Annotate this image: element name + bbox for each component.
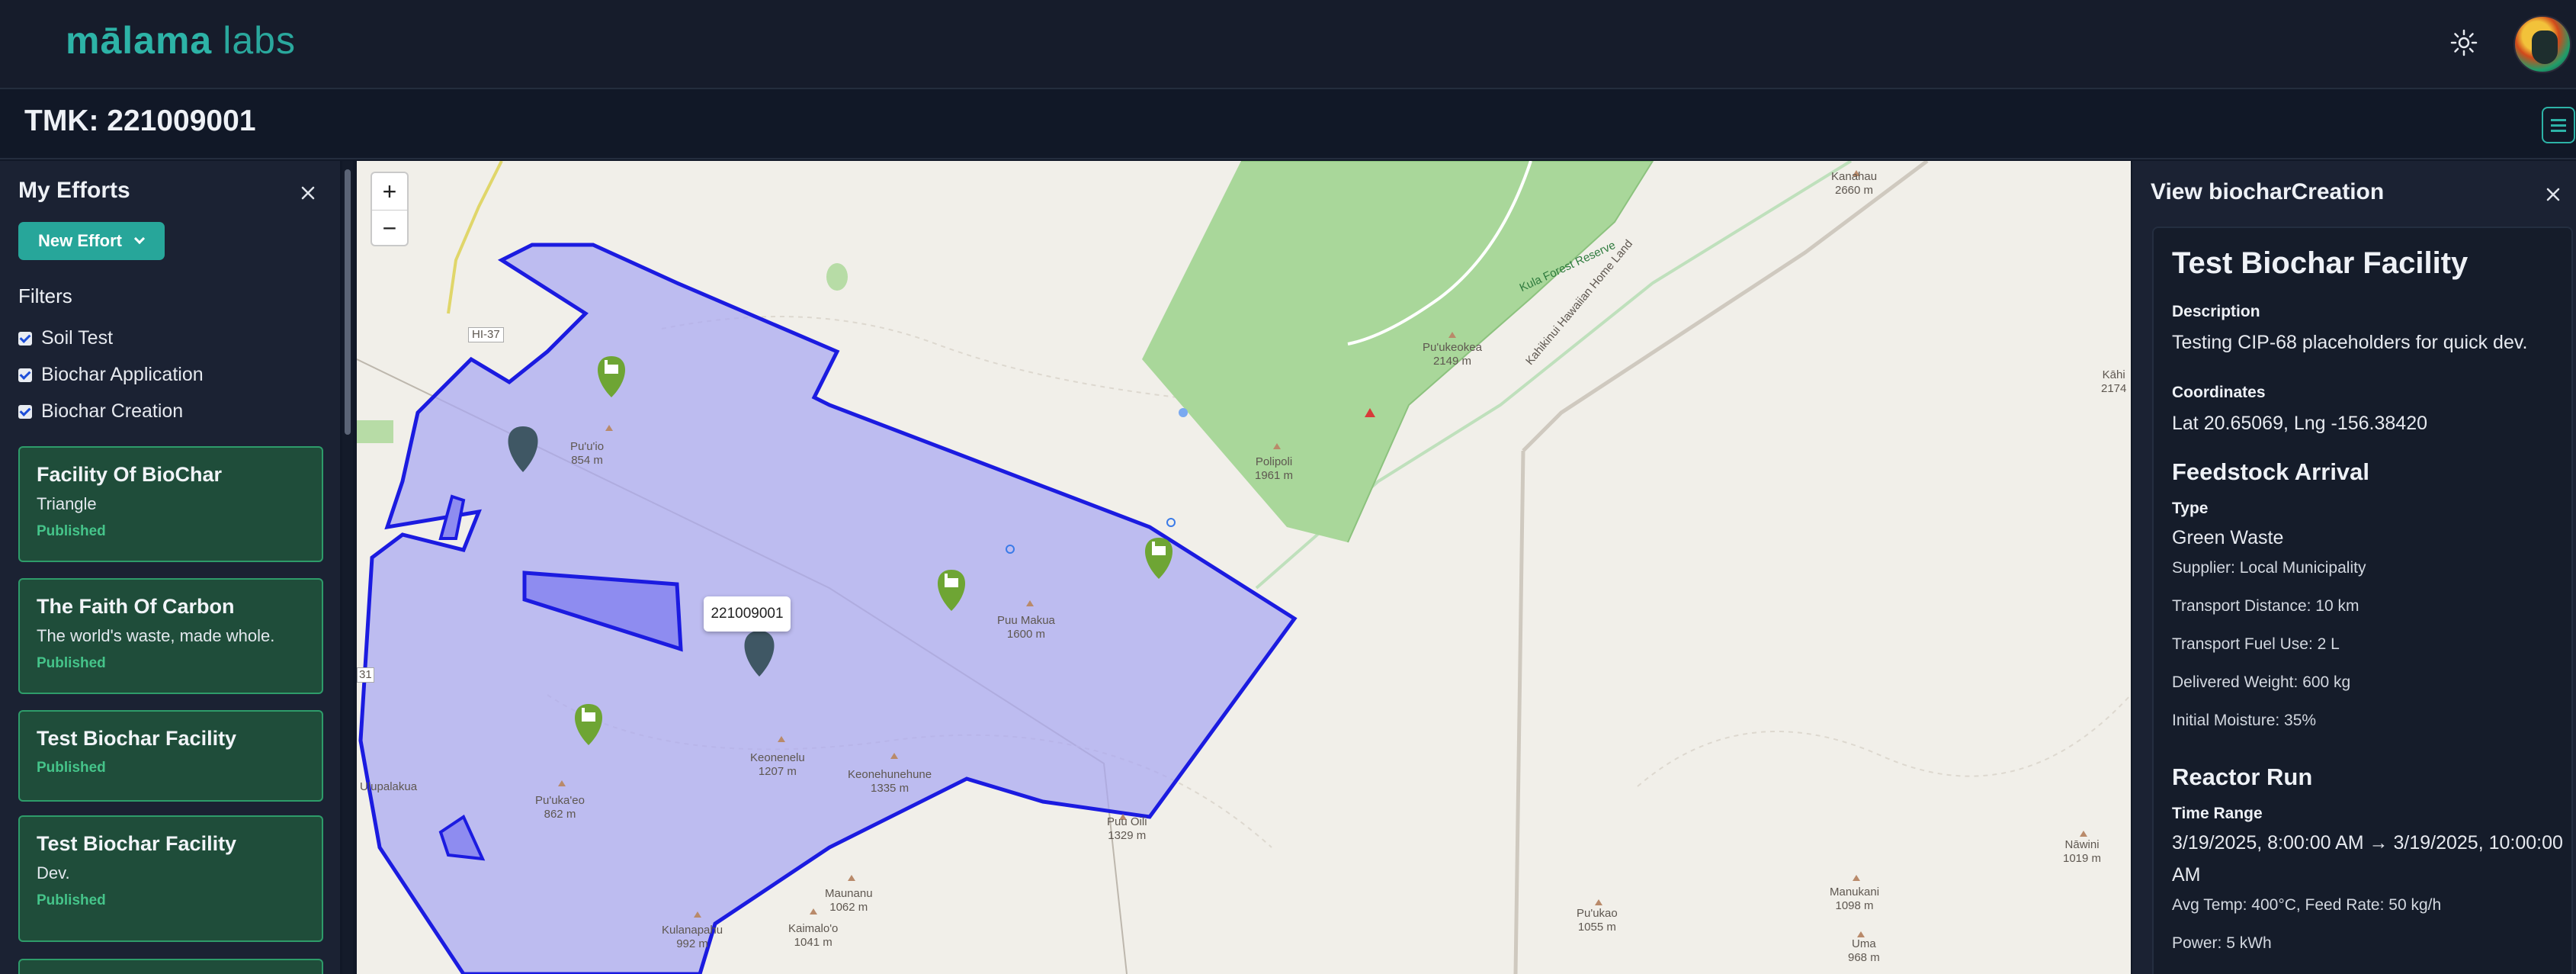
reactor-heading: Reactor Run — [2172, 763, 2313, 790]
app-logo[interactable]: mālama labs — [66, 18, 296, 72]
checkbox[interactable] — [18, 404, 32, 419]
zoom-control: + − — [371, 172, 409, 246]
details-panel: View biocharCreation Test Biochar Facili… — [2132, 161, 2576, 974]
chevron-down-icon — [133, 233, 146, 245]
effort-card[interactable]: Test Biochar Facility Dev. Published — [18, 815, 323, 942]
facility-name: Test Biochar Facility — [2172, 246, 2469, 280]
coordinates-value: Lat 20.65069, Lng -156.38420 — [2172, 413, 2428, 434]
status-badge: Published — [37, 523, 106, 539]
effort-card[interactable]: Test Biochar Facility Published — [18, 710, 323, 802]
temp-value: Avg Temp: 400°C, Feed Rate: 50 kg/h — [2172, 896, 2442, 914]
road-shield: HI-37 — [468, 327, 504, 342]
sidebar-scrollbar-thumb[interactable] — [345, 169, 351, 435]
power-value: Power: 5 kWh — [2172, 934, 2272, 952]
status-badge: Published — [37, 760, 106, 776]
time-range-label: Time Range — [2172, 805, 2263, 822]
time-range-value: 3/19/2025, 8:00:00 AM → 3/19/2025, 10:00… — [2172, 832, 2563, 853]
place-label: Polipoli 1961 m — [1255, 455, 1294, 482]
filter-biochar-creation[interactable]: Biochar Creation — [18, 400, 183, 423]
place-label: Ulupalakua — [360, 780, 418, 793]
distance-value: Transport Distance: 10 km — [2172, 597, 2359, 615]
effort-card[interactable]: The Faith Of Carbon The world's waste, m… — [18, 578, 323, 694]
place-label: Kulanapahu 992 m — [662, 924, 723, 950]
place-label: Keonehunehune 1335 m — [848, 768, 932, 795]
place-label: Nāwini 1019 m — [2063, 838, 2102, 865]
place-label: Uma 968 m — [1848, 937, 1880, 964]
menu-icon[interactable] — [2542, 107, 2575, 143]
details-panel-title: View biocharCreation — [2151, 179, 2385, 204]
checkbox[interactable] — [18, 368, 32, 382]
map-canvas[interactable] — [357, 161, 2131, 974]
user-avatar[interactable] — [2513, 15, 2571, 73]
zoom-in-button[interactable]: + — [372, 173, 407, 210]
type-value: Green Waste — [2172, 527, 2284, 548]
status-badge: Published — [37, 892, 106, 908]
filter-biochar-application[interactable]: Biochar Application — [18, 364, 204, 386]
zoom-out-button[interactable]: − — [372, 210, 407, 246]
place-label: Kanahau 2660 m — [1831, 170, 1878, 197]
efforts-sidebar: My Efforts New Effort Filters Soil Test … — [0, 161, 340, 974]
place-label: Maunanu 1062 m — [825, 887, 873, 914]
effort-card[interactable]: Facility Of BioChar Triangle Published — [18, 446, 323, 562]
coordinates-label: Coordinates — [2172, 384, 2266, 401]
place-label: Puu Oili 1329 m — [1107, 815, 1147, 842]
page-title-bar: TMK: 221009001 — [0, 91, 2576, 159]
place-label: Keonenelu 1207 m — [750, 751, 805, 778]
parcel-tooltip: 221009001 — [704, 596, 791, 632]
place-label: Pu'ukeokea 2149 m — [1423, 341, 1482, 368]
description-label: Description — [2172, 303, 2260, 320]
page-title: TMK: 221009001 — [24, 104, 256, 137]
close-icon[interactable] — [2544, 185, 2562, 204]
supplier-value: Supplier: Local Municipality — [2172, 559, 2366, 577]
type-label: Type — [2172, 500, 2209, 517]
moisture-value: Initial Moisture: 35% — [2172, 712, 2317, 729]
place-label: Pu'ukao 1055 m — [1577, 907, 1618, 934]
effort-card[interactable] — [18, 959, 323, 974]
top-bar: mālama labs — [0, 0, 2576, 89]
sun-icon[interactable] — [2449, 27, 2479, 58]
close-icon[interactable] — [299, 184, 317, 202]
road-shield: 31 — [357, 667, 374, 683]
place-label: Pu'u'io 854 m — [570, 440, 605, 467]
feedstock-heading: Feedstock Arrival — [2172, 458, 2370, 485]
place-label: Pu'uka'eo 862 m — [535, 794, 585, 821]
place-label: Puu Makua 1600 m — [997, 614, 1055, 641]
sidebar-title: My Efforts — [18, 178, 130, 203]
description-value: Testing CIP-68 placeholders for quick de… — [2172, 332, 2528, 353]
place-label: Kaimalo'o 1041 m — [788, 922, 839, 949]
map-view[interactable]: Pu'u'io 854 m Puu Makua 1600 m Keonenelu 12… — [357, 161, 2131, 974]
time-range-value-cont: AM — [2172, 864, 2201, 886]
status-badge: Published — [37, 655, 106, 671]
place-label: Kāhi 2174 — [2101, 368, 2127, 395]
checkbox[interactable] — [18, 331, 32, 346]
filters-heading: Filters — [18, 284, 72, 307]
place-label: Manukani 1098 m — [1830, 886, 1880, 912]
fuel-value: Transport Fuel Use: 2 L — [2172, 635, 2340, 653]
new-effort-button[interactable]: New Effort — [18, 222, 165, 260]
weight-value: Delivered Weight: 600 kg — [2172, 673, 2351, 691]
filter-soil-test[interactable]: Soil Test — [18, 327, 113, 349]
